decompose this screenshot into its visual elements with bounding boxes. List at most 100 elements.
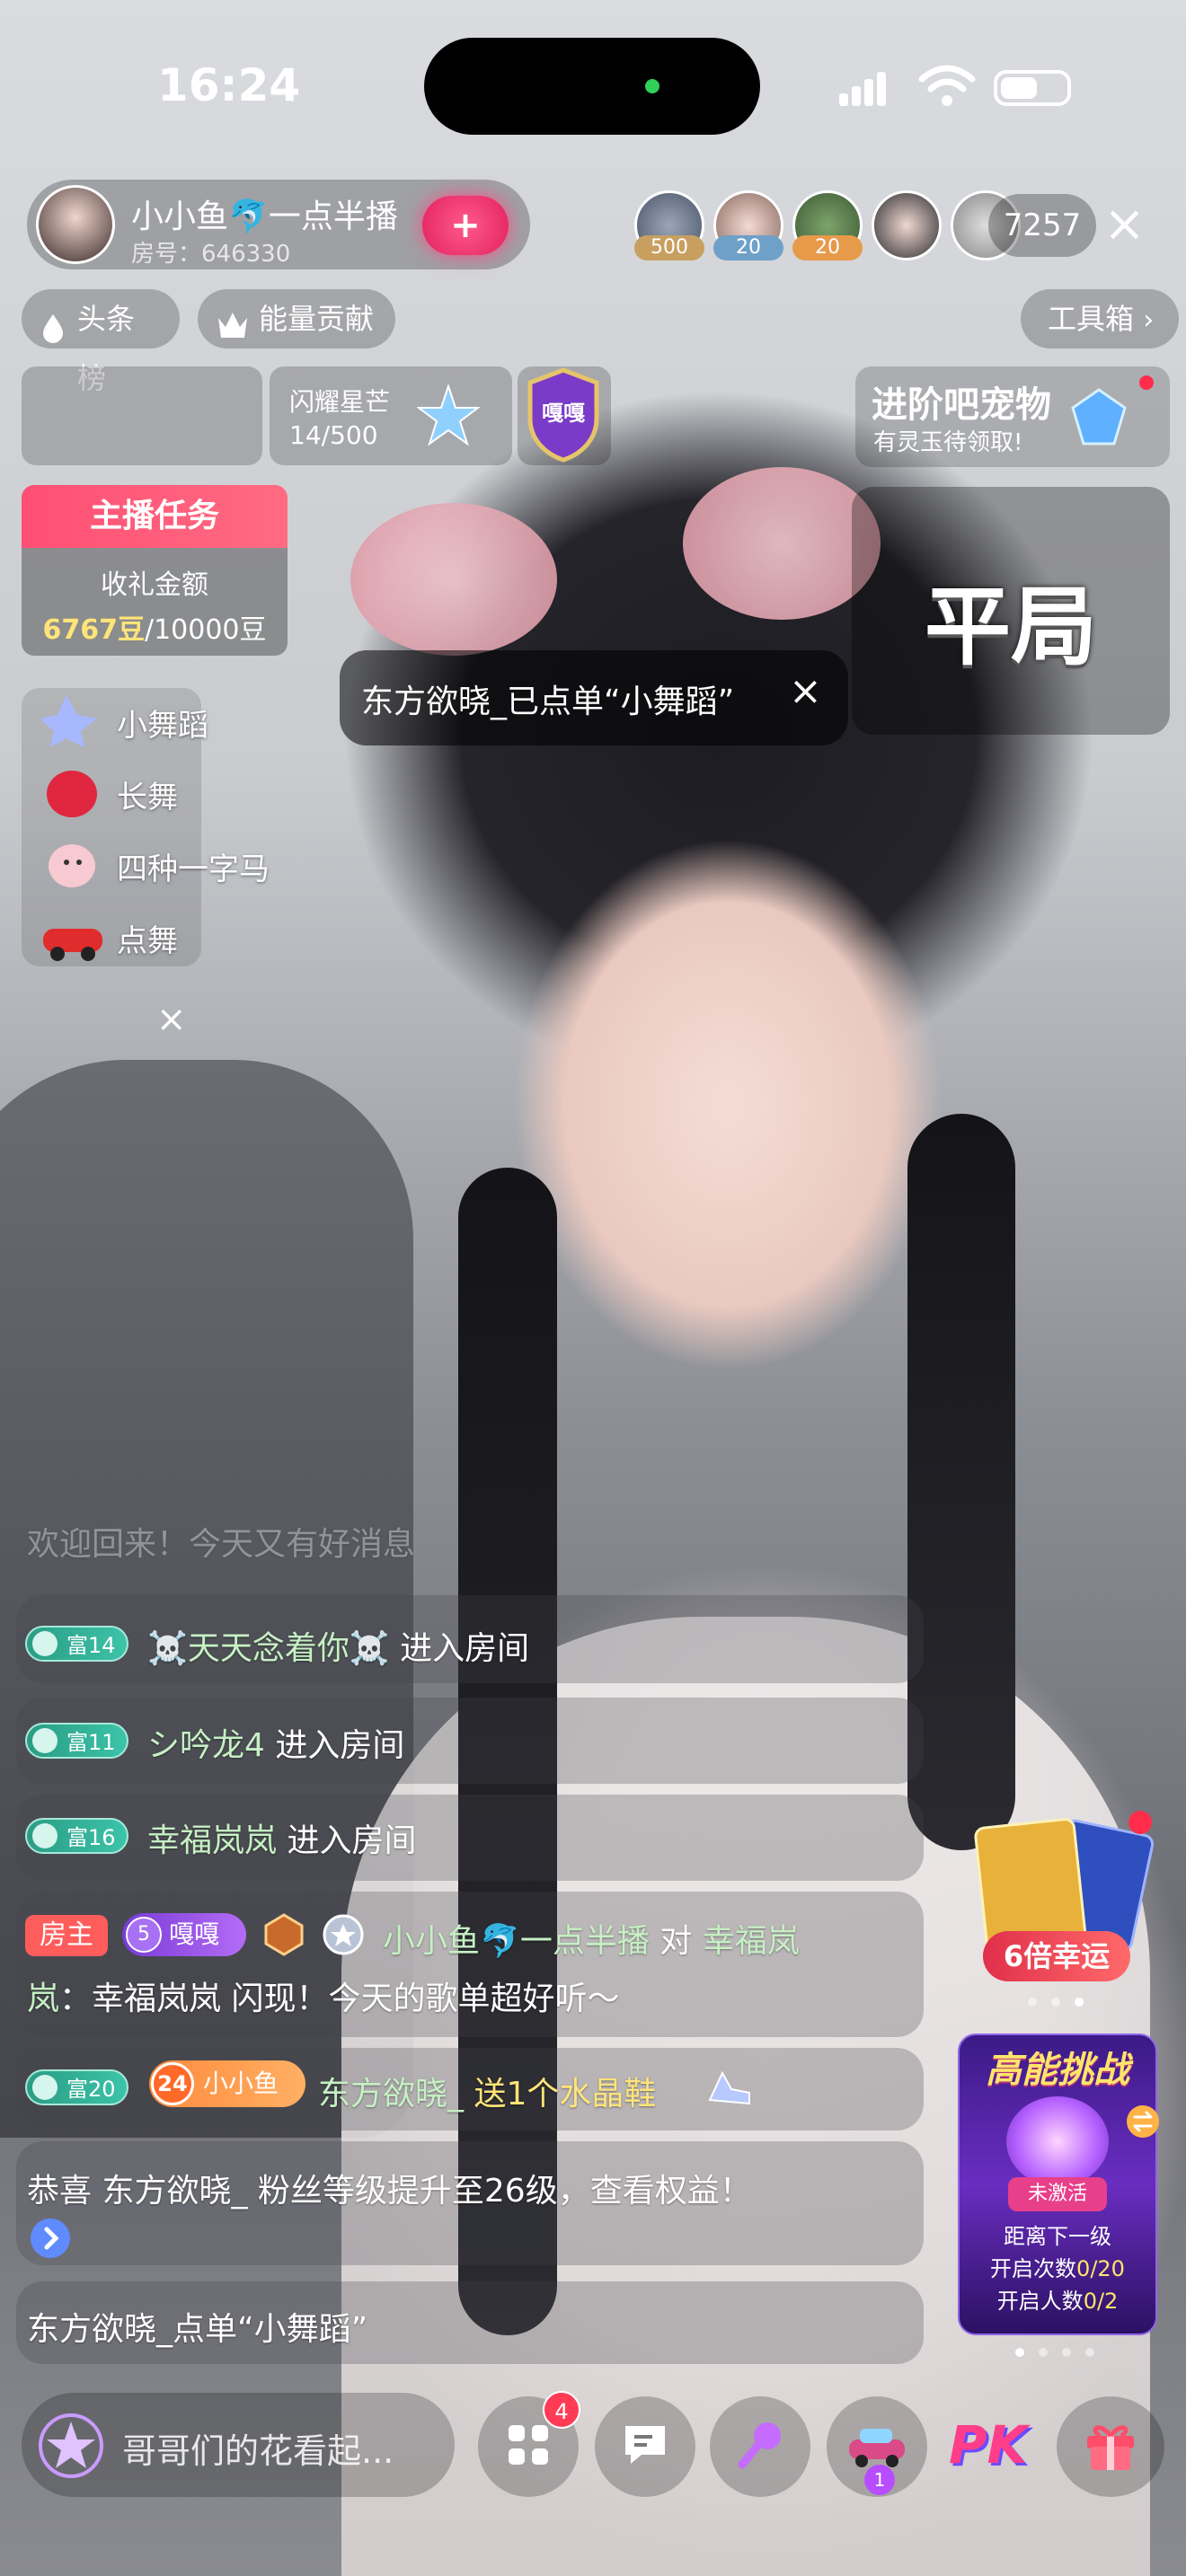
carousel-dot-active (1015, 2348, 1024, 2357)
follow-button[interactable]: + (422, 196, 509, 255)
energy-contribution-button[interactable]: 能量贡献 (198, 289, 395, 348)
chat-bubble-icon (620, 2421, 670, 2473)
treasure-chest-icon (1006, 2096, 1109, 2186)
background-bow-right (683, 467, 881, 620)
high-energy-line3: 开启人数0/2 (996, 2289, 1119, 2314)
silver-medal-icon (322, 1913, 365, 1956)
notification-dot (1139, 375, 1154, 390)
wealth-level-badge-3: 富16 (25, 1818, 128, 1854)
battery-icon (994, 70, 1071, 106)
magic-star-icon (32, 2407, 110, 2484)
chat-username[interactable]: 小小鱼🐬一点半播 (383, 1923, 650, 1960)
headline-rank-button[interactable]: 头条榜 (22, 289, 180, 395)
carousel-dot (1039, 2348, 1048, 2357)
chat-order-text: 东方欲晓_点单“小舞蹈” (27, 2311, 368, 2348)
apps-grid-icon (505, 2422, 552, 2472)
shield-badge-text: 嘎嘎 (542, 401, 585, 426)
chat-username[interactable]: ☠️天天念着你☠️ (147, 1630, 390, 1667)
background-braid-right (907, 1114, 1015, 1850)
viewer-badge-3: 20 (792, 235, 863, 260)
cellular-signal-icon (839, 66, 902, 106)
viewer-badge-1: 500 (634, 235, 704, 260)
wealth-level-badge-4: 富20 (25, 2069, 128, 2105)
chat-username[interactable]: シ吟龙4 (147, 1727, 265, 1764)
apps-notification-badge: 4 (543, 2391, 580, 2429)
carousel-dot (1085, 2348, 1094, 2357)
carousel-dot (1051, 1998, 1060, 2007)
carousel-dot (1028, 1998, 1037, 2007)
pk-button[interactable]: PK (949, 2414, 1027, 2475)
gift-box-icon (1082, 2416, 1139, 2477)
toolbox-label: 工具箱 (1048, 302, 1135, 336)
chat-gift-text: 东方欲晓_ 送1个水晶鞋 (318, 2076, 657, 2113)
chat-congrats-text[interactable]: 恭喜 东方欲晓_ 粉丝等级提升至26级，查看权益！ (27, 2165, 752, 2211)
car-count-badge: 1 (864, 2465, 895, 2495)
anchor-task-title[interactable]: 主播任务 (22, 485, 288, 548)
dance-item-icon-1 (40, 693, 108, 749)
chat-row-enter-1-text: ☠️天天念着你☠️ 进入房间 (147, 1630, 530, 1667)
high-energy-line2: 开启次数0/20 (990, 2256, 1125, 2281)
lucky-multiplier-label[interactable]: 6倍幸运 (983, 1931, 1130, 1981)
chat-host-message-line2: 岚：幸福岚岚 闪现！今天的歌单超好听～ (27, 1981, 620, 2017)
pet-promo-subtitle: 有灵玉待领取! (873, 429, 1023, 456)
host-name: 小小鱼🐬一点半播 (131, 198, 398, 235)
wifi-icon (918, 63, 976, 108)
fan-club-badge-2: 24 小小鱼 (149, 2060, 305, 2107)
arrow-right-circle-icon[interactable] (31, 2219, 70, 2258)
drop-icon (38, 304, 68, 343)
viewer-avatar-4[interactable] (872, 190, 942, 260)
anchor-task-label: 收礼金额 (101, 569, 208, 601)
host-tag-badge: 房主 (25, 1915, 108, 1956)
order-toast-text: 东方欲晓_已点单“小舞蹈” (361, 684, 735, 720)
chat-button[interactable] (595, 2396, 695, 2497)
chat-username[interactable]: 幸福岚岚 (147, 1822, 277, 1859)
dance-item-icon-3 (40, 837, 108, 893)
dance-item-label-4[interactable]: 点舞 (117, 916, 178, 960)
fan-club-badge: 5 嘎嘎 (122, 1913, 246, 1956)
host-room-number: 房号：646330 (131, 241, 291, 268)
viewer-count[interactable]: 7257 (988, 194, 1096, 257)
wealth-level-badge-1: 富14 (25, 1626, 128, 1662)
carousel-dot-active (1075, 1998, 1084, 2007)
microphone-button[interactable] (710, 2396, 810, 2497)
status-time: 16:24 (157, 59, 301, 111)
camera-indicator-icon (645, 79, 659, 93)
swap-icon[interactable] (1127, 2105, 1159, 2138)
crown-icon (216, 302, 250, 338)
energy-contribution-label: 能量贡献 (259, 302, 375, 336)
gem-icon (1067, 386, 1130, 449)
anchor-task-current: 6767豆 (42, 614, 145, 646)
shining-star-label: 闪耀星芒 (289, 387, 391, 417)
high-energy-status: 未激活 (1008, 2177, 1107, 2211)
toolbox-button[interactable]: 工具箱 › (1021, 289, 1179, 348)
shining-star-count: 14/500 (289, 420, 378, 450)
star-burst-icon (416, 383, 481, 447)
anchor-task-target: /10000豆 (144, 614, 267, 646)
close-icon[interactable]: × (1103, 196, 1146, 253)
chat-faded-message: 欢迎回来！今天又有好消息 (27, 1526, 416, 1563)
dance-item-label-2[interactable]: 长舞 (117, 772, 178, 816)
chat-host-message-line1: 小小鱼🐬一点半播 对 幸福岚 (383, 1923, 800, 1960)
pet-promo-title: 进阶吧宠物 (872, 384, 1051, 426)
comment-placeholder: 哥哥们的花看起... (122, 2431, 394, 2471)
empty-widget-slot (22, 366, 262, 465)
viewer-badge-2: 20 (713, 235, 783, 260)
chat-row-enter-2-text: シ吟龙4 进入房间 (147, 1727, 405, 1764)
anchor-task-progress: 6767豆/10000豆 (22, 607, 288, 647)
chat-row-enter-3-text: 幸福岚岚 进入房间 (147, 1822, 417, 1859)
order-toast-close-icon[interactable]: × (789, 668, 822, 714)
lucky-notification-dot (1128, 1811, 1152, 1834)
host-avatar[interactable] (36, 185, 115, 264)
dance-item-icon-2 (40, 765, 108, 821)
live-stream-screen: 16:24 小小鱼🐬一点半播 房号：646330 + 500 20 20 725… (0, 0, 1186, 2576)
dance-item-label-3[interactable]: 四种一字马 (117, 844, 270, 888)
carousel-dot (1062, 2348, 1071, 2357)
chat-username[interactable]: 东方欲晓_ (318, 2076, 464, 2113)
microphone-icon (733, 2418, 787, 2475)
dance-menu-close-icon[interactable]: × (156, 999, 187, 1040)
chevron-right-icon: › (1143, 304, 1155, 336)
high-energy-title: 高能挑战 (986, 2050, 1129, 2091)
wealth-level-badge-2: 富11 (25, 1723, 128, 1759)
dance-item-label-1[interactable]: 小舞蹈 (117, 701, 208, 745)
gift-button[interactable] (1057, 2396, 1164, 2497)
